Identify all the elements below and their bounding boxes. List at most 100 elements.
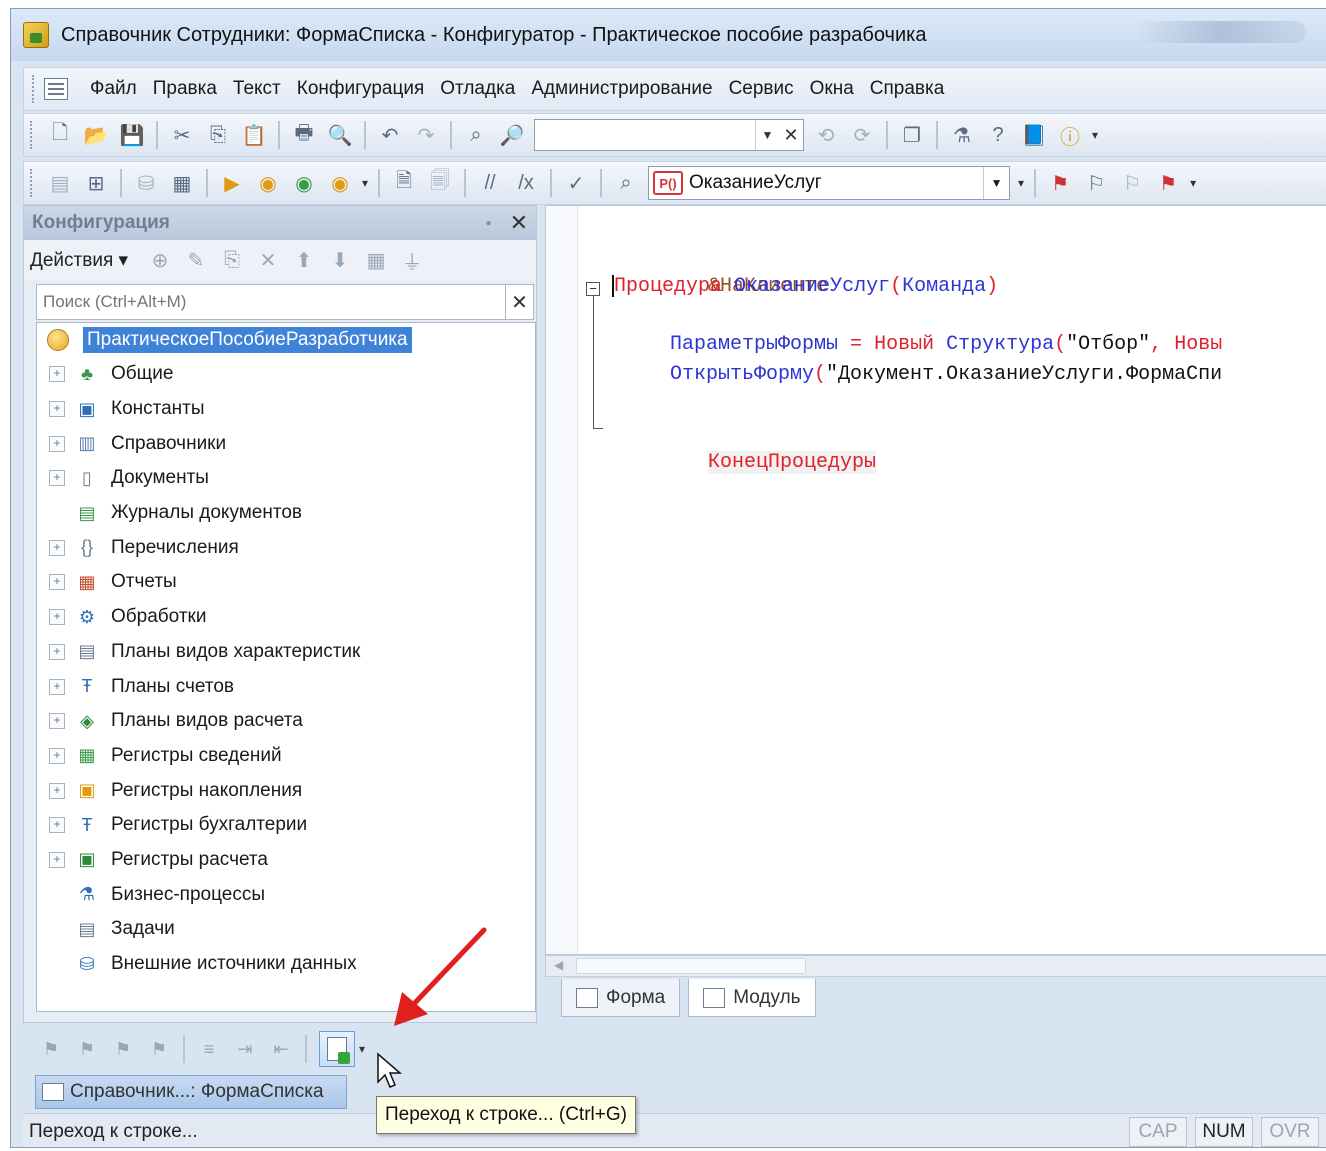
tree-item[interactable]: + ▯ Документы bbox=[37, 461, 535, 496]
code-editor[interactable]: − &НаКлиенте Процедура ОказаниеУслуг(Ком… bbox=[545, 205, 1326, 955]
info-icon[interactable]: ⓘ bbox=[1055, 120, 1085, 150]
menu-file[interactable]: Файл bbox=[82, 78, 145, 100]
comment-icon[interactable]: // bbox=[475, 168, 505, 198]
undo-icon[interactable]: ↶ bbox=[375, 120, 405, 150]
tree-item[interactable]: + {} Перечисления bbox=[37, 530, 535, 565]
next-bookmark-icon[interactable]: ⚑ bbox=[72, 1039, 102, 1060]
expand-icon[interactable]: + bbox=[49, 574, 65, 591]
update-config-icon[interactable]: ⊞ bbox=[81, 168, 111, 198]
tree-item[interactable]: + ▥ Справочники bbox=[37, 426, 535, 461]
edit-icon[interactable]: ✎ bbox=[180, 248, 212, 273]
new-file-icon[interactable]: 🗋 bbox=[45, 120, 75, 150]
chevron-down-icon[interactable]: ▾ bbox=[1092, 128, 1098, 142]
bookmark-icon[interactable]: ⚑ bbox=[1045, 168, 1075, 198]
prev-bookmark-icon[interactable]: ⚐ bbox=[1117, 168, 1147, 198]
tree-item[interactable]: + ▣ Регистры расчета bbox=[37, 843, 535, 878]
expand-icon[interactable]: + bbox=[49, 817, 65, 834]
close-icon[interactable]: ✕ bbox=[506, 284, 534, 320]
help-book-icon[interactable]: 📘 bbox=[1019, 120, 1049, 150]
tree-item[interactable]: + ▣ Регистры накопления bbox=[37, 773, 535, 808]
search-combo[interactable]: ▼ ✕ bbox=[534, 119, 804, 151]
prev-bookmark-icon[interactable]: ⚑ bbox=[108, 1039, 138, 1060]
tree-item[interactable]: ⛁ Внешние источники данных bbox=[37, 947, 535, 982]
print-preview-icon[interactable]: 🔍 bbox=[325, 120, 355, 150]
pin-icon[interactable]: ● bbox=[486, 218, 492, 229]
template-icon[interactable]: 🗐 bbox=[425, 168, 455, 198]
uncomment-icon[interactable]: /x bbox=[511, 168, 541, 198]
cut-icon[interactable]: ✂ bbox=[167, 120, 197, 150]
run-enterprise-icon[interactable]: ◉ bbox=[253, 168, 283, 198]
tree-item[interactable]: + ▤ Планы видов характеристик bbox=[37, 635, 535, 670]
scroll-thumb[interactable] bbox=[576, 958, 806, 974]
expand-icon[interactable]: + bbox=[49, 401, 65, 418]
expand-icon[interactable]: + bbox=[49, 539, 65, 556]
window-controls[interactable] bbox=[1136, 21, 1306, 43]
menu-configuration[interactable]: Конфигурация bbox=[289, 78, 433, 100]
menu-windows[interactable]: Окна bbox=[802, 78, 862, 100]
find-icon[interactable]: ⌕ bbox=[461, 120, 491, 150]
menu-administration[interactable]: Администрирование bbox=[523, 78, 720, 100]
expand-icon[interactable]: + bbox=[49, 366, 65, 383]
expand-icon[interactable]: + bbox=[49, 643, 65, 660]
module-check-icon[interactable]: 🗎 bbox=[389, 168, 419, 198]
expand-icon[interactable]: + bbox=[49, 851, 65, 868]
actions-menu-button[interactable]: Действия ▾ bbox=[30, 249, 128, 272]
tree-item[interactable]: + ◈ Планы видов расчета bbox=[37, 704, 535, 739]
chevron-down-icon[interactable]: ▾ bbox=[1018, 176, 1024, 190]
move-up-icon[interactable]: ⬆ bbox=[288, 248, 320, 273]
find-next-icon[interactable]: ⟳ bbox=[847, 120, 877, 150]
expand-icon[interactable]: + bbox=[49, 435, 65, 452]
run-web-client-icon[interactable]: ◉ bbox=[325, 168, 355, 198]
run-thin-client-icon[interactable]: ◉ bbox=[289, 168, 319, 198]
chevron-down-icon[interactable]: ▼ bbox=[755, 120, 779, 150]
menu-debug[interactable]: Отладка bbox=[432, 78, 523, 100]
expand-icon[interactable]: + bbox=[49, 782, 65, 799]
close-icon[interactable]: ✕ bbox=[510, 210, 528, 236]
paste-icon[interactable]: 📋 bbox=[239, 120, 269, 150]
expand-icon[interactable]: + bbox=[49, 678, 65, 695]
chevron-down-icon[interactable]: ▾ bbox=[362, 176, 368, 190]
close-icon[interactable]: ✕ bbox=[779, 120, 803, 150]
tree-item[interactable]: + ▦ Отчеты bbox=[37, 565, 535, 600]
expand-icon[interactable]: + bbox=[49, 713, 65, 730]
clear-bookmarks-icon[interactable]: ⚑ bbox=[1153, 168, 1183, 198]
outdent-icon[interactable]: ⇤ bbox=[266, 1039, 296, 1060]
filter-icon[interactable]: ⏚ bbox=[396, 246, 428, 275]
find-prev-icon[interactable]: ⟲ bbox=[811, 120, 841, 150]
chevron-down-icon[interactable]: ▾ bbox=[1190, 176, 1196, 190]
expand-icon[interactable]: + bbox=[49, 609, 65, 626]
windows-icon[interactable]: ❐ bbox=[897, 120, 927, 150]
tree-item[interactable]: + ▦ Регистры сведений bbox=[37, 739, 535, 774]
context-help-icon[interactable]: ? bbox=[983, 120, 1013, 150]
set-bookmark-icon[interactable]: ⚑ bbox=[36, 1039, 66, 1060]
tree-item[interactable]: + ♣ Общие bbox=[37, 357, 535, 392]
expand-icon[interactable]: + bbox=[49, 470, 65, 487]
search-icon[interactable]: 🔎 bbox=[497, 120, 527, 150]
format-icon[interactable]: ≡ bbox=[194, 1039, 224, 1060]
redo-icon[interactable]: ↷ bbox=[411, 120, 441, 150]
toolbar-grip[interactable] bbox=[30, 169, 34, 197]
chevron-down-icon[interactable]: ▾ bbox=[359, 1042, 365, 1056]
delete-icon[interactable]: ✕ bbox=[252, 248, 284, 273]
sort-icon[interactable]: ▦ bbox=[360, 248, 392, 273]
copy-icon[interactable]: ⎘ bbox=[216, 249, 248, 272]
syntax-assistant-icon[interactable]: ⚗ bbox=[947, 120, 977, 150]
menu-grip[interactable] bbox=[32, 75, 38, 103]
indent-icon[interactable]: ⇥ bbox=[230, 1039, 260, 1060]
tree-item[interactable]: + Ŧ Планы счетов bbox=[37, 669, 535, 704]
save-icon[interactable]: 💾 bbox=[117, 120, 147, 150]
menu-help[interactable]: Справка bbox=[862, 78, 953, 100]
tree-item[interactable]: ⚗ Бизнес-процессы bbox=[37, 877, 535, 912]
toolbar-grip[interactable] bbox=[30, 121, 34, 149]
copy-icon[interactable]: ⎘ bbox=[203, 120, 233, 150]
window-menu-icon[interactable] bbox=[44, 78, 68, 100]
database-icon[interactable]: ⛁ bbox=[131, 168, 161, 198]
tab-module[interactable]: Модуль bbox=[688, 979, 816, 1017]
open-window-tab[interactable]: Справочник...: ФормаСписка bbox=[35, 1075, 347, 1109]
tab-form[interactable]: Форма bbox=[561, 979, 681, 1017]
tree-item[interactable]: + ▣ Константы bbox=[37, 392, 535, 427]
config-window-icon[interactable]: ▤ bbox=[45, 168, 75, 198]
procedures-list-icon[interactable]: ⌕ bbox=[611, 168, 641, 198]
menu-text[interactable]: Текст bbox=[225, 78, 289, 100]
tree-item[interactable]: ▤ Задачи bbox=[37, 912, 535, 947]
